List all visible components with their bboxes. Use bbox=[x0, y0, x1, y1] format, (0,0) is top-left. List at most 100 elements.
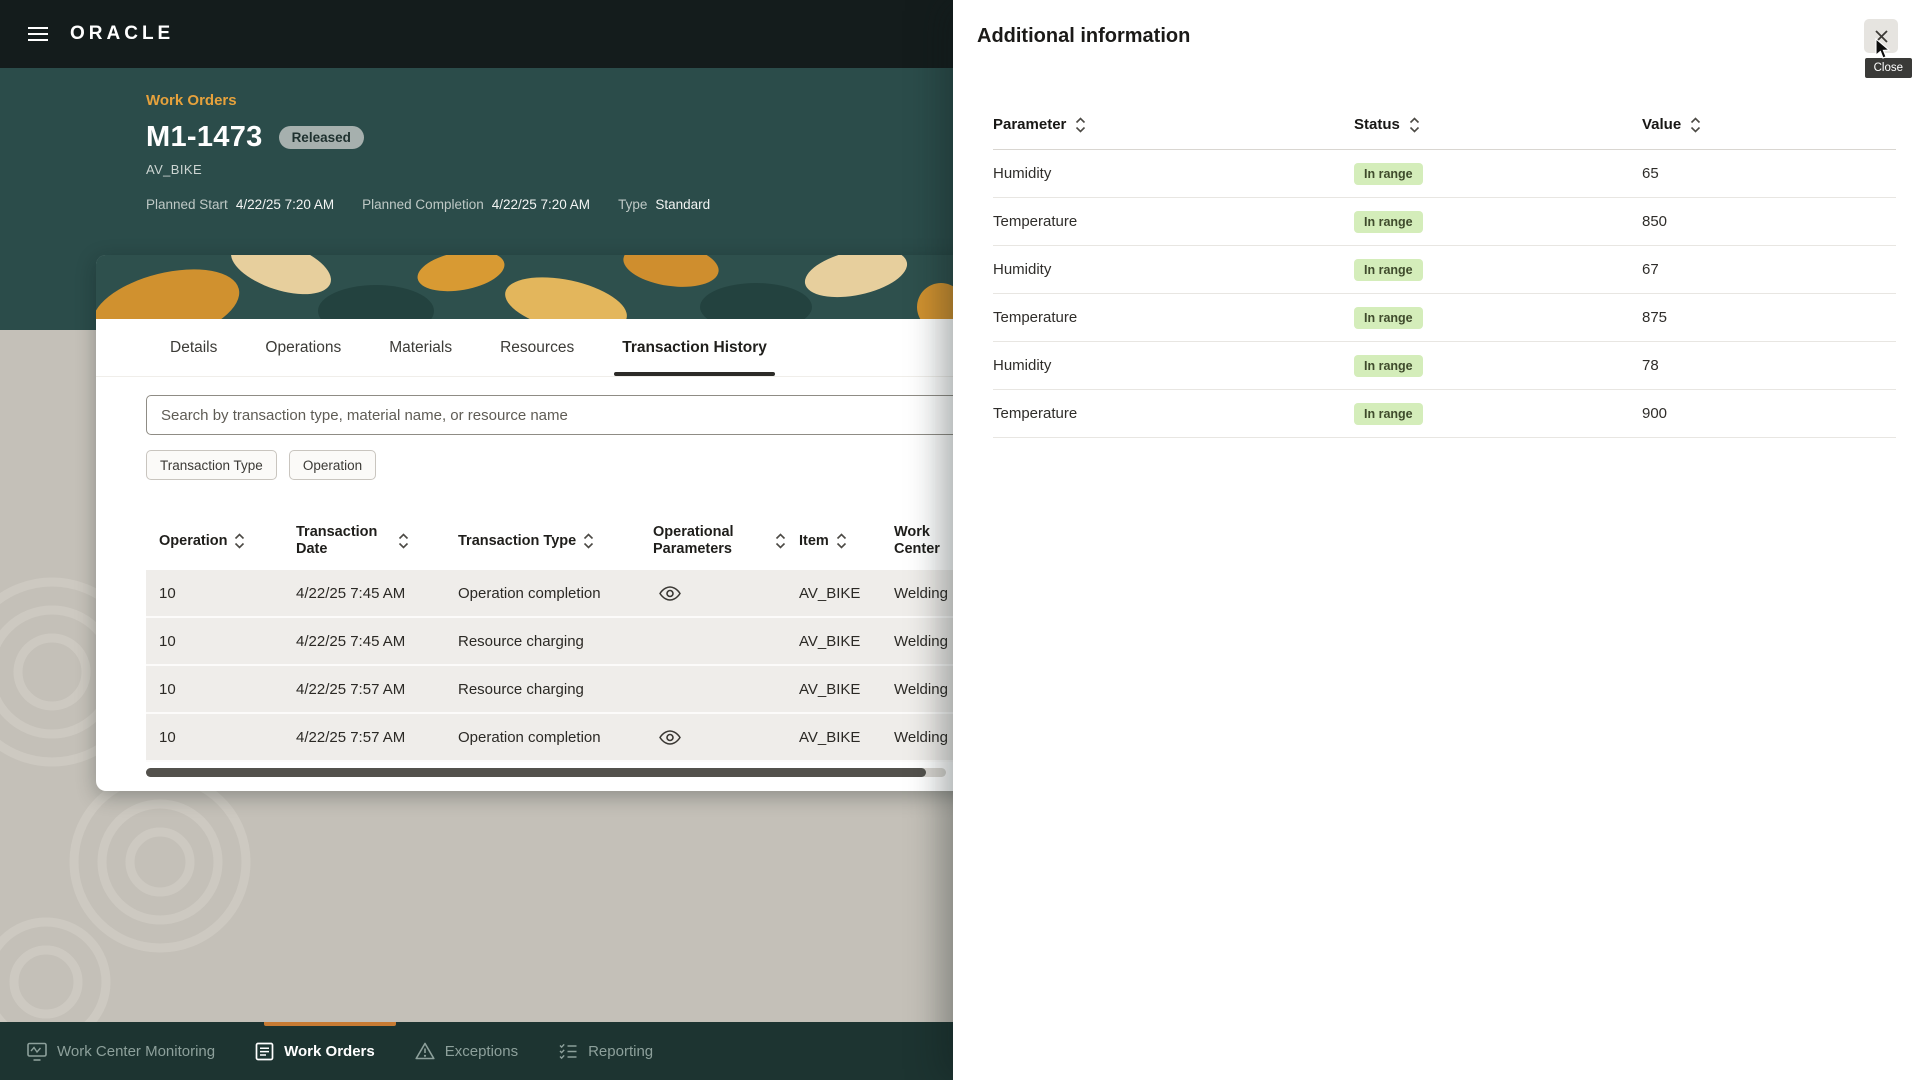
in-range-status-badge: In range bbox=[1354, 163, 1423, 185]
cell-operation: 10 bbox=[146, 570, 283, 616]
cell-operation: 10 bbox=[146, 666, 283, 712]
scrollbar-thumb[interactable] bbox=[146, 768, 926, 777]
in-range-status-badge: In range bbox=[1354, 355, 1423, 377]
cell-value: 67 bbox=[1642, 261, 1896, 278]
planned-completion-label: Planned Completion bbox=[362, 197, 484, 212]
nav-label: Work Center Monitoring bbox=[57, 1043, 215, 1060]
oracle-logo: ORACLE bbox=[70, 23, 174, 45]
nav-work-orders[interactable]: Work Orders bbox=[255, 1042, 375, 1061]
sort-icon[interactable] bbox=[775, 532, 786, 550]
cell-value: 875 bbox=[1642, 309, 1896, 326]
column-header-operational-parameters: Operational Parameters bbox=[653, 524, 768, 557]
nav-exceptions[interactable]: Exceptions bbox=[415, 1042, 518, 1060]
column-header-operation: Operation bbox=[159, 533, 227, 550]
tab-details[interactable]: Details bbox=[168, 319, 219, 376]
column-header-transaction-type: Transaction Type bbox=[458, 533, 576, 550]
reporting-icon bbox=[558, 1042, 578, 1060]
cell-value: 850 bbox=[1642, 213, 1896, 230]
work-orders-icon bbox=[255, 1042, 274, 1061]
type-label: Type bbox=[618, 197, 647, 212]
parameters-table: Parameter Status Value Humidity In range… bbox=[993, 100, 1896, 438]
tab-operations[interactable]: Operations bbox=[263, 319, 343, 376]
sort-icon[interactable] bbox=[1409, 116, 1420, 134]
cell-parameter: Temperature bbox=[993, 405, 1354, 422]
warning-icon bbox=[415, 1042, 435, 1060]
cell-transaction-date: 4/22/25 7:57 AM bbox=[283, 714, 445, 760]
parameter-row[interactable]: Temperature In range 875 bbox=[993, 294, 1896, 342]
cell-item: AV_BIKE bbox=[786, 714, 881, 760]
in-range-status-badge: In range bbox=[1354, 403, 1423, 425]
tab-materials[interactable]: Materials bbox=[387, 319, 454, 376]
close-tooltip: Close bbox=[1865, 58, 1912, 78]
menu-button[interactable] bbox=[20, 16, 56, 52]
sort-icon[interactable] bbox=[398, 532, 409, 550]
planned-completion-value: 4/22/25 7:20 AM bbox=[492, 197, 590, 212]
nav-label: Work Orders bbox=[284, 1043, 375, 1060]
cell-parameter: Temperature bbox=[993, 309, 1354, 326]
view-parameters-button[interactable] bbox=[659, 586, 681, 601]
filter-chip-transaction-type[interactable]: Transaction Type bbox=[146, 450, 277, 480]
sort-icon[interactable] bbox=[1075, 116, 1086, 134]
cell-parameter: Humidity bbox=[993, 261, 1354, 278]
app-root: ORACLE Work Orders M1-1473 Released AV_B… bbox=[0, 0, 1920, 1080]
filter-chip-operation[interactable]: Operation bbox=[289, 450, 376, 480]
horizontal-scrollbar[interactable] bbox=[146, 768, 946, 777]
monitor-icon bbox=[27, 1042, 47, 1061]
hamburger-icon bbox=[27, 26, 49, 42]
parameter-row[interactable]: Humidity In range 78 bbox=[993, 342, 1896, 390]
sort-icon[interactable] bbox=[1690, 116, 1701, 134]
column-header-item: Item bbox=[799, 533, 829, 550]
cell-value: 78 bbox=[1642, 357, 1896, 374]
cell-operation: 10 bbox=[146, 618, 283, 664]
cell-transaction-type: Resource charging bbox=[445, 618, 640, 664]
column-header-work-center: Work Center bbox=[894, 524, 946, 557]
nav-reporting[interactable]: Reporting bbox=[558, 1042, 653, 1060]
cell-parameter: Humidity bbox=[993, 357, 1354, 374]
cell-transaction-date: 4/22/25 7:57 AM bbox=[283, 666, 445, 712]
nav-label: Reporting bbox=[588, 1043, 653, 1060]
in-range-status-badge: In range bbox=[1354, 211, 1423, 233]
tab-resources[interactable]: Resources bbox=[498, 319, 576, 376]
column-header-parameter: Parameter bbox=[993, 116, 1066, 133]
drawer-header: Additional information bbox=[953, 0, 1920, 72]
tab-transaction-history[interactable]: Transaction History bbox=[620, 319, 769, 376]
page-title: M1-1473 bbox=[146, 121, 263, 154]
cell-item: AV_BIKE bbox=[786, 570, 881, 616]
column-header-status: Status bbox=[1354, 116, 1400, 133]
parameter-row[interactable]: Temperature In range 850 bbox=[993, 198, 1896, 246]
drawer-title: Additional information bbox=[977, 25, 1190, 48]
cell-operation: 10 bbox=[146, 714, 283, 760]
cell-transaction-type: Operation completion bbox=[445, 714, 640, 760]
planned-start-value: 4/22/25 7:20 AM bbox=[236, 197, 334, 212]
cell-parameter: Temperature bbox=[993, 213, 1354, 230]
sort-icon[interactable] bbox=[836, 532, 847, 550]
in-range-status-badge: In range bbox=[1354, 259, 1423, 281]
nav-label: Exceptions bbox=[445, 1043, 518, 1060]
drawer-table-header: Parameter Status Value bbox=[993, 100, 1896, 150]
active-nav-indicator bbox=[264, 1022, 396, 1026]
view-parameters-button[interactable] bbox=[659, 730, 681, 745]
sort-icon[interactable] bbox=[234, 532, 245, 550]
cell-item: AV_BIKE bbox=[786, 618, 881, 664]
cell-value: 900 bbox=[1642, 405, 1896, 422]
eye-icon bbox=[659, 730, 681, 745]
parameter-row[interactable]: Humidity In range 65 bbox=[993, 150, 1896, 198]
parameter-row[interactable]: Humidity In range 67 bbox=[993, 246, 1896, 294]
parameter-row[interactable]: Temperature In range 900 bbox=[993, 390, 1896, 438]
column-header-value: Value bbox=[1642, 116, 1681, 133]
planned-start-label: Planned Start bbox=[146, 197, 228, 212]
additional-information-drawer: Additional information Close Parameter S… bbox=[953, 0, 1920, 1080]
column-header-transaction-date: Transaction Date bbox=[296, 524, 391, 557]
cell-transaction-date: 4/22/25 7:45 AM bbox=[283, 570, 445, 616]
cell-item: AV_BIKE bbox=[786, 666, 881, 712]
sort-icon[interactable] bbox=[583, 532, 594, 550]
cell-transaction-type: Operation completion bbox=[445, 570, 640, 616]
mouse-cursor bbox=[1875, 38, 1892, 60]
released-status-badge: Released bbox=[279, 126, 364, 149]
nav-work-center-monitoring[interactable]: Work Center Monitoring bbox=[27, 1042, 215, 1061]
in-range-status-badge: In range bbox=[1354, 307, 1423, 329]
cell-parameter: Humidity bbox=[993, 165, 1354, 182]
cell-transaction-date: 4/22/25 7:45 AM bbox=[283, 618, 445, 664]
type-value: Standard bbox=[655, 197, 710, 212]
cell-transaction-type: Resource charging bbox=[445, 666, 640, 712]
